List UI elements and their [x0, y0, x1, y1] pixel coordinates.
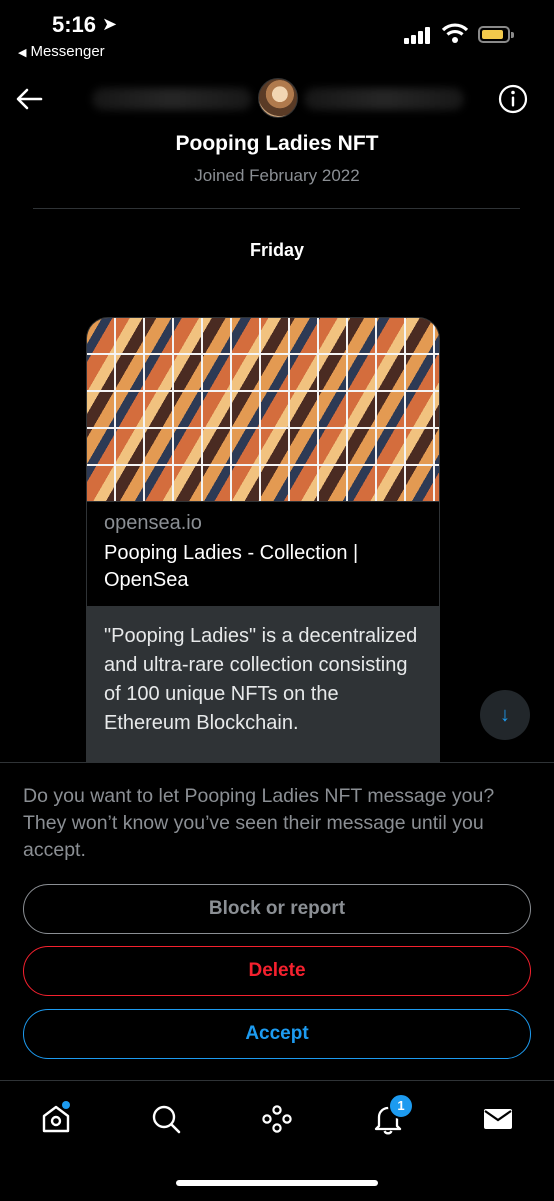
message-request-panel: Do you want to let Pooping Ladies NFT me… [0, 762, 554, 1081]
arrow-down-icon: ↓ [500, 704, 510, 726]
blurred-username-left [92, 88, 252, 110]
accept-button[interactable]: Accept [23, 1009, 531, 1059]
back-app-label: Messenger [30, 43, 105, 60]
tab-home[interactable] [36, 1099, 76, 1139]
day-label: Friday [249, 240, 305, 260]
location-arrow-icon: ➤ [102, 14, 118, 34]
tab-notifications[interactable]: 1 [368, 1093, 414, 1139]
back-triangle-icon: ◀ [18, 47, 27, 59]
time-text: 5:16 [52, 12, 97, 37]
back-arrow-icon[interactable] [14, 84, 44, 114]
info-icon[interactable] [498, 84, 528, 114]
joined-date: Joined February 2022 [194, 166, 360, 185]
avatar[interactable] [258, 78, 298, 118]
blurred-username-right [304, 88, 464, 110]
wifi-icon [442, 23, 468, 43]
request-prompt: Do you want to let Pooping Ladies NFT me… [23, 785, 495, 861]
status-time: 5:16 ➤ [52, 12, 117, 38]
block-or-report-button[interactable]: Block or report [23, 884, 531, 934]
message-text: "Pooping Ladies" is a decentralized and … [104, 625, 418, 734]
link-preview-card[interactable]: opensea.io Pooping Ladies - Collection |… [86, 317, 440, 764]
profile-name[interactable]: Pooping Ladies NFT [0, 132, 554, 156]
link-title: Pooping Ladies - Collection | OpenSea [104, 542, 359, 591]
tab-spaces[interactable] [257, 1099, 297, 1139]
signal-icon [404, 26, 434, 44]
home-indicator[interactable] [176, 1180, 378, 1186]
link-info[interactable]: opensea.io Pooping Ladies - Collection |… [87, 501, 439, 606]
home-unread-dot [62, 1101, 70, 1109]
scroll-to-bottom-button[interactable]: ↓ [480, 690, 530, 740]
search-icon [152, 1105, 181, 1134]
link-domain: opensea.io [104, 512, 202, 534]
status-bar: 5:16 ➤ ◀ Messenger [0, 0, 554, 70]
message-bubble: "Pooping Ladies" is a decentralized and … [87, 606, 439, 763]
notifications-badge: 1 [388, 1093, 414, 1119]
tab-search[interactable] [146, 1099, 186, 1139]
back-to-app-link[interactable]: ◀ Messenger [18, 43, 105, 60]
collection-preview-image[interactable] [87, 318, 439, 501]
divider [33, 208, 520, 209]
tab-messages[interactable] [478, 1099, 518, 1139]
mail-icon [484, 1109, 512, 1129]
battery-icon [478, 26, 514, 43]
delete-button[interactable]: Delete [23, 946, 531, 996]
spaces-icon [262, 1105, 292, 1133]
